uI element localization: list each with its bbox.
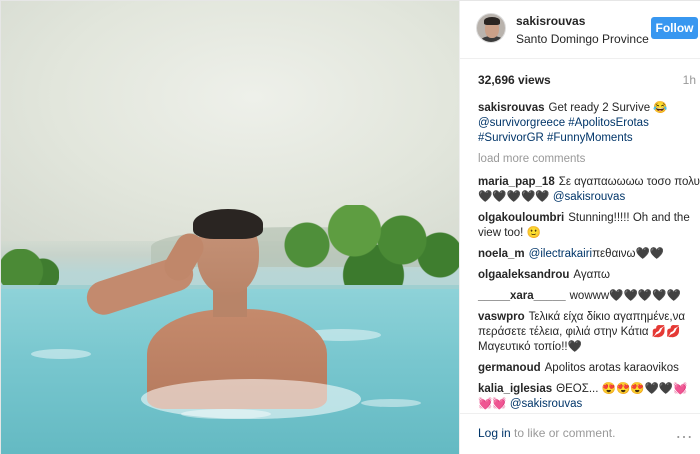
comment-username[interactable]: olgakouloumbri bbox=[478, 212, 564, 224]
comment-item: kalia_iglesias ΘΕΟΣ... 😍😍😍🖤🖤💓💓💓 @sakisrou… bbox=[478, 382, 700, 412]
view-count: 32,696 views bbox=[478, 73, 551, 87]
comment-item: vaswpro Τελικά είχα δίκιο αγαπημένε,να πε… bbox=[478, 310, 700, 355]
caption-hashtags[interactable]: @survivorgreece #ApolitosErotas #Survivo… bbox=[478, 117, 649, 144]
login-link[interactable]: Log in bbox=[478, 426, 511, 440]
login-prompt: Log in to like or comment. bbox=[478, 426, 615, 440]
comment-mention[interactable]: @ilectrakairi bbox=[529, 248, 592, 260]
comment-list: sakisrouvas Get ready 2 Survive 😂 @surviv… bbox=[478, 101, 700, 418]
caption: sakisrouvas Get ready 2 Survive 😂 @surviv… bbox=[478, 101, 700, 146]
comment-username[interactable]: germanoud bbox=[478, 362, 541, 374]
comment-username[interactable]: _____xara_____ bbox=[478, 290, 566, 302]
comment-item: noela_m @ilectrakairiπεθαινω🖤🖤 bbox=[478, 247, 700, 262]
post-stats: 32,696 views 1h bbox=[460, 67, 700, 93]
comment-text: πεθαινω🖤🖤 bbox=[592, 248, 665, 260]
trees-left bbox=[1, 249, 59, 289]
more-options-icon[interactable]: … bbox=[675, 422, 694, 443]
comment-mention[interactable]: @sakisrouvas bbox=[510, 398, 582, 410]
comment-username[interactable]: vaswpro bbox=[478, 311, 525, 323]
comment-item: germanoud Apolitos arotas karaovikos bbox=[478, 361, 700, 376]
post-footer: Log in to like or comment. … bbox=[460, 413, 700, 454]
login-prompt-text: to like or comment. bbox=[514, 426, 616, 440]
caption-username[interactable]: sakisrouvas bbox=[478, 102, 545, 114]
comment-text: Αγαπω bbox=[573, 269, 611, 281]
video-still[interactable] bbox=[1, 1, 459, 454]
load-more-comments-link[interactable]: load more comments bbox=[478, 152, 700, 167]
avatar[interactable] bbox=[476, 13, 506, 43]
instagram-post: sakisrouvas Santo Domingo Province Follo… bbox=[0, 0, 700, 454]
comment-username[interactable]: kalia_iglesias bbox=[478, 383, 552, 395]
comment-item: olgakouloumbri Stunning!!!!! Oh and the v… bbox=[478, 211, 700, 241]
caption-text: Get ready 2 Survive 😂 bbox=[548, 102, 668, 114]
comment-username[interactable]: maria_pap_18 bbox=[478, 176, 555, 188]
comment-username[interactable]: noela_m bbox=[478, 248, 525, 260]
post-location[interactable]: Santo Domingo Province bbox=[516, 32, 649, 46]
post-header: sakisrouvas Santo Domingo Province Follo… bbox=[460, 1, 700, 59]
comment-mention[interactable]: @sakisrouvas bbox=[553, 191, 625, 203]
man-in-pool bbox=[81, 209, 361, 419]
post-age[interactable]: 1h bbox=[683, 73, 696, 87]
author-username[interactable]: sakisrouvas bbox=[516, 14, 585, 28]
comment-item: olgaaleksandrou Αγαπω bbox=[478, 268, 700, 283]
comment-username[interactable]: olgaaleksandrou bbox=[478, 269, 569, 281]
comment-text: Apolitos arotas karaovikos bbox=[544, 362, 679, 374]
post-sidebar: sakisrouvas Santo Domingo Province Follo… bbox=[459, 1, 700, 454]
comment-item: maria_pap_18 Σε αγαπαωωωω τοσο πολυ 🖤🖤🖤🖤🖤… bbox=[478, 175, 700, 205]
comment-text: wowww🖤🖤🖤🖤🖤 bbox=[569, 290, 681, 302]
follow-button[interactable]: Follow bbox=[651, 17, 698, 39]
comment-item: _____xara_____ wowww🖤🖤🖤🖤🖤 bbox=[478, 289, 700, 304]
